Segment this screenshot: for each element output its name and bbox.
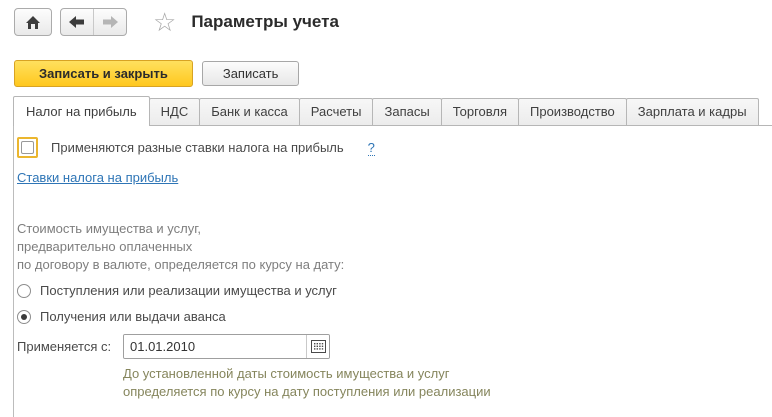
radio-circle — [17, 284, 31, 298]
description-line: Стоимость имущества и услуг, — [17, 220, 772, 238]
date-hint: До установленной даты стоимость имуществ… — [123, 365, 772, 401]
applies-from-field — [123, 334, 330, 359]
different-rates-row: Применяются разные ставки налога на приб… — [17, 137, 772, 158]
radio-label: Поступления или реализации имущества и у… — [40, 283, 337, 298]
profit-tax-panel: Применяются разные ставки налога на приб… — [13, 126, 772, 417]
calendar-button[interactable] — [306, 335, 329, 358]
radio-label: Получения или выдачи аванса — [40, 309, 226, 324]
valuation-description: Стоимость имущества и услуг, предварител… — [17, 220, 772, 274]
calendar-icon — [311, 340, 326, 353]
forward-button[interactable] — [94, 9, 126, 35]
back-button[interactable] — [61, 9, 93, 35]
tab-production[interactable]: Производство — [518, 98, 627, 125]
history-nav-group — [60, 8, 127, 36]
tab-profit-tax[interactable]: Налог на прибыль — [13, 96, 150, 126]
settings-tab-bar: Налог на прибыль НДС Банк и касса Расчет… — [13, 96, 772, 126]
hint-line: До установленной даты стоимость имуществ… — [123, 365, 772, 383]
favorite-star-icon[interactable]: ☆ — [153, 9, 176, 35]
home-icon — [25, 15, 41, 30]
back-arrow-icon — [69, 16, 85, 28]
radio-circle-selected — [17, 310, 31, 324]
save-button[interactable]: Записать — [202, 61, 300, 86]
forward-arrow-icon — [102, 16, 118, 28]
radio-option-receipt[interactable]: Поступления или реализации имущества и у… — [17, 283, 772, 298]
tab-inventory[interactable]: Запасы — [372, 98, 441, 125]
applies-from-label: Применяется с: — [17, 339, 123, 354]
tab-trade[interactable]: Торговля — [441, 98, 519, 125]
profit-tax-rates-link[interactable]: Ставки налога на прибыль — [17, 170, 178, 185]
checkbox-box — [21, 141, 34, 154]
radio-option-advance[interactable]: Получения или выдачи аванса — [17, 309, 772, 324]
command-bar: Записать и закрыть Записать — [14, 60, 772, 87]
tab-payroll[interactable]: Зарплата и кадры — [626, 98, 759, 125]
description-line: предварительно оплаченных — [17, 238, 772, 256]
save-and-close-button[interactable]: Записать и закрыть — [14, 60, 193, 87]
tab-bank-cash[interactable]: Банк и касса — [199, 98, 300, 125]
applies-from-row: Применяется с: — [17, 334, 772, 359]
page-title: Параметры учета — [191, 12, 339, 32]
description-line: по договору в валюте, определяется по ку… — [17, 256, 772, 274]
tab-vat[interactable]: НДС — [149, 98, 201, 125]
applies-from-input[interactable] — [124, 335, 306, 358]
help-link[interactable]: ? — [368, 140, 375, 156]
home-button[interactable] — [14, 8, 52, 36]
top-toolbar: ☆ Параметры учета — [0, 0, 772, 36]
tab-settlements[interactable]: Расчеты — [299, 98, 374, 125]
hint-line: определяется по курсу на дату поступлени… — [123, 383, 772, 401]
different-rates-checkbox[interactable] — [17, 137, 38, 158]
different-rates-label: Применяются разные ставки налога на приб… — [51, 140, 344, 155]
